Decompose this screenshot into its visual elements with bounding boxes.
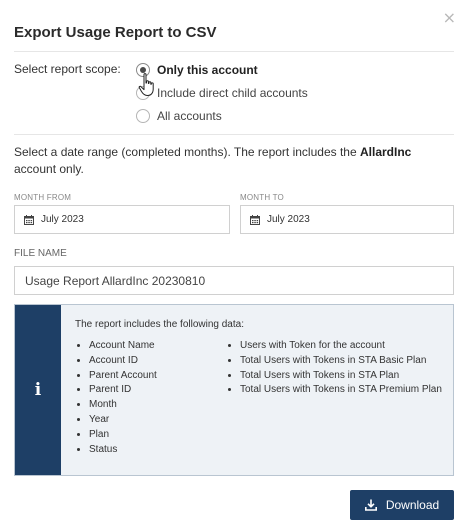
scope-option-direct-children[interactable]: Include direct child accounts: [136, 86, 308, 100]
list-item: Month: [89, 398, 226, 413]
list-item: Parent ID: [89, 383, 226, 398]
info-body: The report includes the following data: …: [61, 305, 442, 475]
download-button[interactable]: Download: [350, 490, 454, 520]
download-label: Download: [385, 498, 440, 512]
month-from-value: July 2023: [41, 214, 84, 225]
list-item: Plan: [89, 428, 226, 443]
list-item: Users with Token for the account: [240, 339, 442, 354]
scope-option-label: All accounts: [157, 109, 222, 123]
info-icon: i: [15, 305, 61, 475]
close-icon[interactable]: ×: [443, 8, 456, 27]
divider: [14, 134, 454, 135]
calendar-icon: [24, 214, 34, 225]
info-panel: i The report includes the following data…: [14, 304, 454, 476]
list-item: Total Users with Tokens in STA Premium P…: [240, 383, 442, 398]
date-range-instructions: Select a date range (completed months). …: [14, 145, 412, 176]
list-item: Year: [89, 413, 226, 428]
radio-button[interactable]: [136, 109, 150, 123]
list-item: Account Name: [89, 339, 226, 354]
month-from-picker[interactable]: July 2023: [14, 205, 230, 234]
month-from-label: MONTH FROM: [14, 193, 72, 202]
file-name-input[interactable]: [14, 266, 454, 295]
info-intro: The report includes the following data:: [75, 319, 244, 330]
scope-label: Select report scope:: [14, 62, 121, 76]
list-item: Account ID: [89, 354, 226, 369]
info-list-fields: Account Name Account ID Parent Account P…: [75, 339, 226, 457]
divider: [14, 51, 454, 52]
list-item: Status: [89, 443, 226, 458]
hand-cursor-icon: [138, 73, 154, 96]
month-to-label: MONTH TO: [240, 193, 284, 202]
list-item: Total Users with Tokens in STA Basic Pla…: [240, 354, 442, 369]
download-icon: [364, 499, 377, 511]
scope-option-label: Include direct child accounts: [157, 86, 308, 100]
file-name-label: FILE NAME: [14, 248, 67, 259]
month-to-picker[interactable]: July 2023: [240, 205, 454, 234]
list-item: Total Users with Tokens in STA Plan: [240, 369, 442, 384]
scope-option-label: Only this account: [157, 63, 258, 77]
scope-option-all-accounts[interactable]: All accounts: [136, 109, 222, 123]
info-list-totals: Users with Token for the account Total U…: [226, 339, 442, 457]
export-dialog: × Export Usage Report to CSV Select repo…: [0, 0, 468, 528]
account-name: AllardInc: [359, 145, 412, 159]
month-to-value: July 2023: [267, 214, 310, 225]
calendar-icon: [250, 214, 260, 225]
list-item: Parent Account: [89, 369, 226, 384]
dialog-title: Export Usage Report to CSV: [14, 24, 217, 41]
